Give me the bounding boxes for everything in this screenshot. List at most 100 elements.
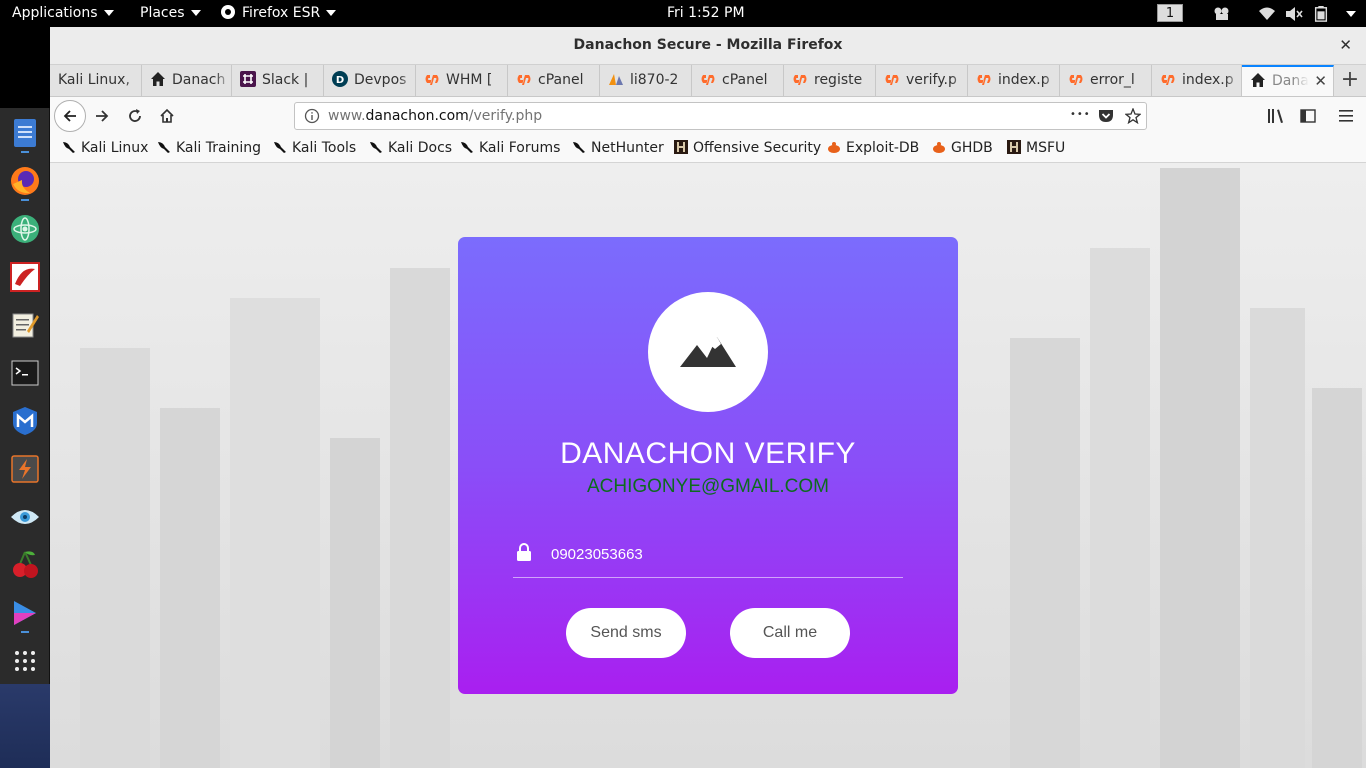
bookmark-kali-docs[interactable]: Kali Docs (369, 135, 452, 162)
window-close-button[interactable]: ✕ (1339, 36, 1352, 54)
tab-danachon[interactable]: Danach (142, 65, 232, 96)
new-tab-button[interactable]: + (1334, 65, 1366, 96)
tab-label: registe (814, 72, 863, 88)
mountain-image-icon (680, 337, 736, 367)
svg-text:D: D (336, 75, 344, 86)
star-bookmark-icon[interactable] (1125, 108, 1141, 124)
bookmark-label: Kali Docs (388, 140, 453, 156)
system-menu-chevron-icon[interactable] (1346, 11, 1356, 17)
url-text[interactable]: www.danachon.com/verify.php (328, 103, 542, 129)
cherrytree-icon[interactable] (9, 549, 40, 580)
tab-slack[interactable]: Slack | (232, 65, 324, 96)
exploitdb-bug-icon (933, 142, 945, 153)
forward-button[interactable] (88, 102, 116, 130)
burpsuite-icon[interactable] (9, 453, 40, 484)
nav-toolbar: www.danachon.com/verify.php ••• (50, 97, 1366, 135)
bookmark-kali-training[interactable]: Kali Training (157, 135, 261, 162)
bookmark-ghdb[interactable]: GHDB (932, 135, 993, 162)
bookmark-label: Kali Tools (292, 140, 357, 156)
app-menu[interactable]: Firefox ESR (220, 0, 337, 27)
tab-label: Kali Linux, (58, 72, 130, 88)
home-icon (1251, 73, 1265, 87)
dock (0, 108, 50, 684)
workspace-indicator[interactable]: 1 (1157, 4, 1183, 22)
tab-kali-linux[interactable]: Kali Linux, (50, 65, 142, 96)
hamburger-menu-icon[interactable] (1339, 109, 1355, 123)
applications-menu[interactable]: Applications (12, 0, 114, 27)
firefox-small-icon (221, 5, 235, 19)
tab-devpost[interactable]: D Devpos (324, 65, 416, 96)
url-path: /verify.php (468, 108, 543, 124)
applications-label: Applications (12, 5, 98, 21)
tab-whm[interactable]: WHM [ (416, 65, 508, 96)
tab-phpmyadmin[interactable]: li870-2 (600, 65, 692, 96)
info-icon[interactable] (304, 108, 320, 124)
cpanel-icon (1069, 75, 1083, 85)
reload-button[interactable] (121, 102, 149, 130)
metasploit-icon[interactable] (9, 405, 40, 436)
tab-close-icon[interactable]: ✕ (1314, 67, 1327, 96)
sidebar-icon[interactable] (1300, 108, 1316, 124)
places-menu[interactable]: Places (140, 0, 201, 27)
running-indicator (21, 631, 29, 633)
battery-icon[interactable] (1314, 6, 1328, 22)
tab-label: index.p (998, 72, 1050, 88)
volume-muted-icon[interactable] (1285, 6, 1303, 22)
tab-index-2[interactable]: index.p (1152, 65, 1242, 96)
app-red-icon[interactable] (9, 261, 40, 292)
file-manager-icon[interactable] (9, 117, 40, 148)
bookmark-offensive-security[interactable]: Offensive Security (674, 135, 821, 162)
text-editor-icon[interactable] (9, 309, 40, 340)
library-icon[interactable] (1267, 108, 1285, 124)
lock-icon (517, 543, 531, 561)
tab-label: WHM [ (446, 72, 493, 88)
firefox-icon[interactable] (9, 165, 40, 196)
window-title: Danachon Secure - Mozilla Firefox (573, 37, 843, 53)
show-apps-icon[interactable] (9, 645, 40, 676)
atom-icon[interactable] (9, 213, 40, 244)
call-me-button[interactable]: Call me (730, 608, 850, 658)
bookmark-kali-forums[interactable]: Kali Forums (460, 135, 560, 162)
tab-danachon-active[interactable]: Dana ✕ (1242, 65, 1334, 96)
pocket-icon[interactable] (1098, 108, 1114, 124)
tab-cpanel-1[interactable]: cPanel (508, 65, 600, 96)
bookmark-kali-linux[interactable]: Kali Linux (62, 135, 148, 162)
tab-strip: Kali Linux, Danach Slack | D Devpos WHM [… (50, 65, 1366, 97)
terminal-icon[interactable] (9, 357, 40, 388)
page-content: DANACHON VERIFY ACHIGONYE@GMAIL.COM Send… (50, 163, 1366, 768)
send-sms-button[interactable]: Send sms (566, 608, 686, 658)
bookmark-exploit-db[interactable]: Exploit-DB (827, 135, 919, 162)
running-indicator (21, 151, 29, 153)
video-camera-icon[interactable] (1213, 6, 1231, 22)
card-title: DANACHON VERIFY (560, 437, 856, 470)
media-player-icon[interactable] (9, 597, 40, 628)
bookmark-label: NetHunter (591, 140, 664, 156)
back-button[interactable] (54, 100, 86, 132)
desktop-wallpaper (0, 684, 50, 768)
wifi-icon[interactable] (1258, 6, 1276, 22)
bookmark-label: Offensive Security (693, 140, 822, 156)
places-label: Places (140, 5, 185, 21)
cpanel-icon (793, 75, 807, 85)
tab-index-1[interactable]: index.p (968, 65, 1060, 96)
cpanel-icon (977, 75, 991, 85)
tab-cpanel-2[interactable]: cPanel (692, 65, 784, 96)
page-actions-icon[interactable]: ••• (1070, 103, 1091, 127)
url-bar[interactable]: www.danachon.com/verify.php ••• (294, 102, 1147, 130)
eye-icon[interactable] (9, 501, 40, 532)
bookmark-kali-tools[interactable]: Kali Tools (273, 135, 356, 162)
window-titlebar[interactable]: Danachon Secure - Mozilla Firefox ✕ (50, 27, 1366, 65)
tab-register[interactable]: registe (784, 65, 876, 96)
clock[interactable]: Fri 1:52 PM (667, 0, 745, 27)
tab-verify[interactable]: verify.p (876, 65, 968, 96)
firefox-window: Danachon Secure - Mozilla Firefox ✕ Kali… (50, 27, 1366, 768)
verification-code-input[interactable] (551, 542, 891, 566)
home-button[interactable] (153, 102, 181, 130)
offsec-icon (1007, 140, 1021, 154)
bookmark-nethunter[interactable]: NetHunter (572, 135, 664, 162)
app-name-label: Firefox ESR (242, 5, 321, 21)
phpmyadmin-icon (609, 74, 623, 85)
bookmark-msfu[interactable]: MSFU (1007, 135, 1065, 162)
tab-error-log[interactable]: error_l (1060, 65, 1152, 96)
verify-card: DANACHON VERIFY ACHIGONYE@GMAIL.COM Send… (458, 237, 958, 694)
